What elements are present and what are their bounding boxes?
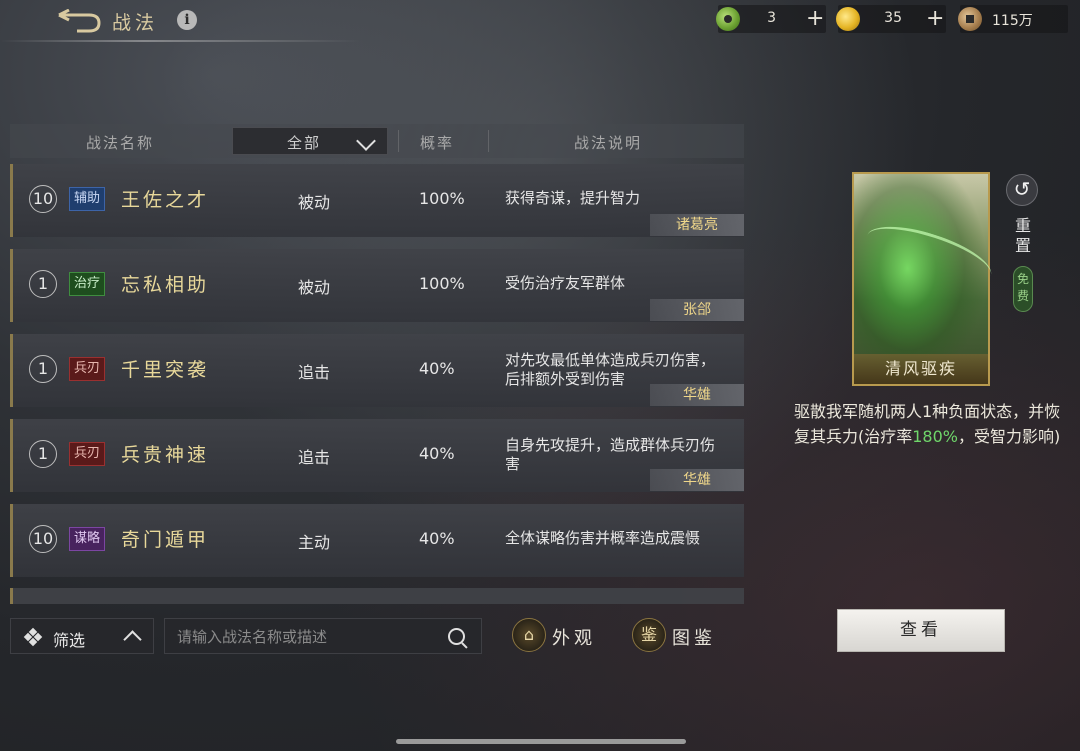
skill-name: 王佐之才: [121, 189, 210, 211]
skill-name: 兵贵神速: [121, 444, 210, 466]
skill-level: 1: [29, 270, 57, 298]
skill-rate: 40%: [419, 529, 455, 548]
search-input[interactable]: [175, 625, 439, 649]
skill-detail-description: 驱散我军随机两人1种负面状态，并恢复其兵力(治疗率180%，受智力影响): [794, 399, 1064, 449]
page-title: 战法: [112, 12, 159, 34]
card-art: [860, 214, 998, 297]
table-row[interactable]: [10, 588, 744, 604]
table-row[interactable]: 1 治疗 忘私相助 被动 100% 受伤治疗友军群体 张郃: [10, 249, 744, 322]
resource-jade-value: 3: [767, 10, 776, 26]
skill-level: 1: [29, 355, 57, 383]
reset-icon[interactable]: ↺: [1006, 174, 1038, 206]
view-button[interactable]: 查看: [837, 609, 1005, 652]
resource-gold: 35 +: [836, 5, 946, 33]
search-box: [164, 618, 482, 654]
resource-copper: 115万: [958, 5, 1068, 33]
home-indicator[interactable]: [396, 739, 686, 744]
reset-label[interactable]: 重置: [1014, 216, 1032, 256]
skill-card[interactable]: 清风驱疾: [852, 172, 998, 386]
skill-desc: 获得奇谋，提升智力: [505, 189, 641, 207]
info-icon[interactable]: i: [177, 10, 197, 30]
chevron-up-icon: [123, 630, 142, 649]
skill-level: 1: [29, 440, 57, 468]
skill-card-name: 清风驱疾: [854, 354, 988, 384]
skill-owner: 诸葛亮: [650, 214, 744, 236]
skill-name: 千里突袭: [121, 359, 210, 381]
skill-desc: 受伤治疗友军群体: [505, 274, 626, 292]
table-header: 战法名称 全部 概率 战法说明: [10, 124, 744, 158]
skill-category-tag: 兵刃: [69, 442, 106, 466]
skill-list[interactable]: 10 辅助 王佐之才 被动 100% 获得奇谋，提升智力 诸葛亮 1 治疗 忘私…: [10, 164, 744, 604]
skill-type: 追击: [298, 448, 331, 467]
skill-category-tag: 谋略: [69, 527, 106, 551]
filter-button[interactable]: 筛选: [10, 618, 154, 654]
category-filter-dropdown[interactable]: 全部: [232, 127, 388, 155]
appearance-button[interactable]: ⌂ 外观: [512, 616, 602, 656]
resource-jade: 3 +: [716, 5, 826, 33]
chevron-down-icon: [356, 131, 376, 151]
appearance-label: 外观: [552, 628, 596, 649]
skill-rate: 40%: [419, 359, 455, 378]
skill-name: 奇门遁甲: [121, 529, 210, 551]
skill-category-tag: 辅助: [69, 187, 106, 211]
top-bar: 战法 i 3 + 35 + 115万: [0, 0, 1080, 42]
resource-gold-value: 35: [884, 10, 902, 26]
jade-coin-icon: [716, 7, 740, 31]
codex-button[interactable]: 鉴 图鉴: [632, 616, 722, 656]
skill-type: 被动: [298, 193, 331, 212]
header-divider: [398, 130, 399, 152]
skill-type: 主动: [298, 533, 331, 552]
title-underline: [0, 40, 360, 42]
skill-type: 被动: [298, 278, 331, 297]
skill-desc: 全体谋略伤害并概率造成震慑: [505, 529, 701, 547]
column-header-rate: 概率: [420, 134, 455, 152]
gold-coin-icon: [836, 7, 860, 31]
skill-owner: 华雄: [650, 384, 744, 406]
header-divider: [488, 130, 489, 152]
category-filter-value: 全部: [287, 134, 322, 152]
skill-level: 10: [29, 525, 57, 553]
table-row[interactable]: 1 兵刃 兵贵神速 追击 40% 自身先攻提升，造成群体兵刃伤害 华雄: [10, 419, 744, 492]
search-icon[interactable]: [448, 628, 465, 645]
filter-diamond-icon: [23, 627, 43, 647]
table-row[interactable]: 1 兵刃 千里突袭 追击 40% 对先攻最低单体造成兵刃伤害，后排额外受到伤害 …: [10, 334, 744, 407]
skill-category-tag: 治疗: [69, 272, 106, 296]
codex-book-icon: 鉴: [632, 618, 666, 652]
resource-copper-value: 115万: [992, 13, 1033, 29]
skill-rate: 100%: [419, 274, 465, 293]
skill-name: 忘私相助: [121, 274, 210, 296]
table-row[interactable]: 10 辅助 王佐之才 被动 100% 获得奇谋，提升智力 诸葛亮: [10, 164, 744, 237]
skill-type: 追击: [298, 363, 331, 382]
pavilion-icon: ⌂: [512, 618, 546, 652]
skill-rate: 40%: [419, 444, 455, 463]
skill-owner: 华雄: [650, 469, 744, 491]
skill-detail-text-end: ，受智力影响): [958, 427, 1061, 446]
heal-rate-highlight: 180%: [912, 427, 958, 446]
codex-label: 图鉴: [672, 628, 716, 649]
add-gold-plus-icon[interactable]: +: [926, 6, 944, 31]
table-row[interactable]: 10 谋略 奇门遁甲 主动 40% 全体谋略伤害并概率造成震慑: [10, 504, 744, 577]
column-header-desc: 战法说明: [574, 134, 643, 152]
filter-label: 筛选: [53, 631, 86, 650]
add-jade-plus-icon[interactable]: +: [806, 6, 824, 31]
skill-owner: 张郃: [650, 299, 744, 321]
skill-level: 10: [29, 185, 57, 213]
free-badge: 免费: [1013, 266, 1033, 312]
skill-rate: 100%: [419, 189, 465, 208]
back-arrow-icon[interactable]: [55, 9, 103, 35]
copper-coin-icon: [958, 7, 982, 31]
skill-category-tag: 兵刃: [69, 357, 106, 381]
column-header-name: 战法名称: [86, 134, 155, 152]
